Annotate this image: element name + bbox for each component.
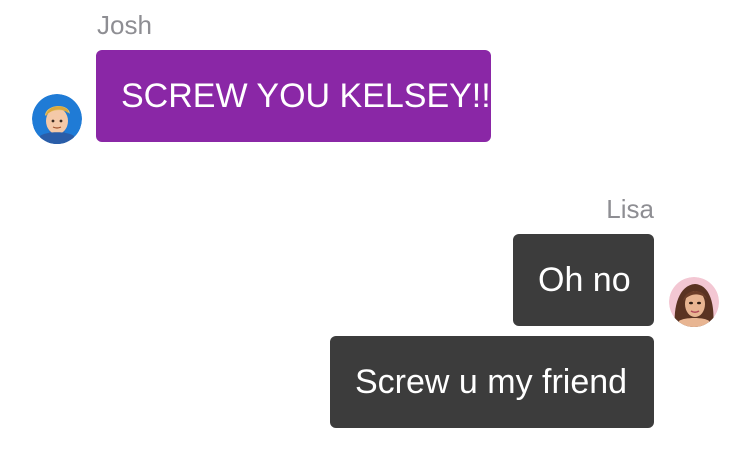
cartoon-boy-avatar-icon xyxy=(32,94,82,144)
message-bubble-lisa-1[interactable]: Oh no xyxy=(513,234,654,326)
sender-name-lisa: Lisa xyxy=(606,194,654,224)
avatar-lisa[interactable] xyxy=(669,277,719,327)
avatar-josh[interactable] xyxy=(32,94,82,144)
cartoon-girl-avatar-icon xyxy=(669,277,719,327)
sender-name-josh: Josh xyxy=(97,10,152,40)
message-bubble-lisa-2[interactable]: Screw u my friend xyxy=(330,336,654,428)
message-bubble-josh[interactable]: SCREW YOU KELSEY!! xyxy=(96,50,491,142)
